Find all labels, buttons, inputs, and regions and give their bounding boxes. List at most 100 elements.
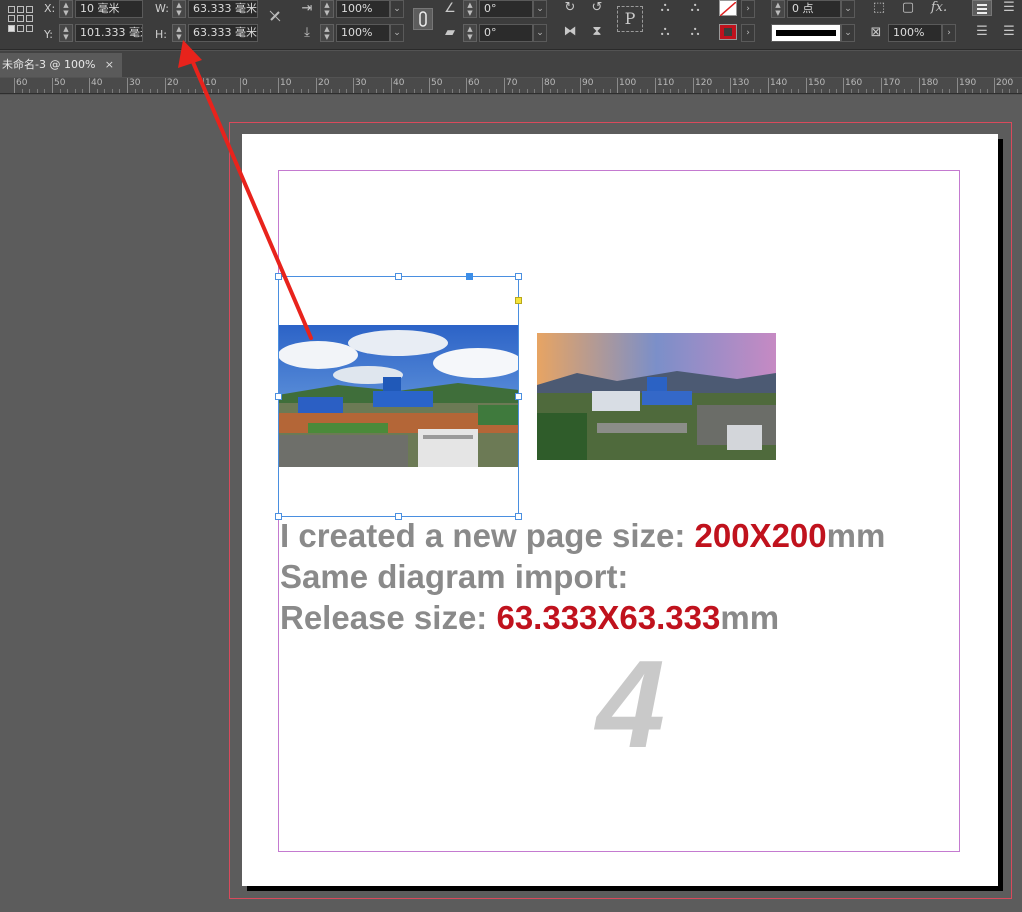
shear-dropdown[interactable]: ⌄ — [533, 24, 547, 42]
ruler-minor-tick — [211, 89, 212, 93]
scale-x-field[interactable]: 100% — [336, 0, 390, 18]
y-position-field[interactable]: 101.333 毫米 — [75, 24, 143, 42]
ruler-tick-label: 10 — [280, 78, 292, 88]
width-field[interactable]: 63.333 毫米 — [188, 0, 258, 18]
flip-horizontal-icon[interactable]: ⧓ — [562, 24, 578, 40]
ruler-minor-tick — [301, 89, 302, 93]
ruler-minor-tick — [104, 89, 105, 93]
ruler-minor-tick — [927, 89, 928, 93]
text-frame-icon[interactable]: P — [617, 6, 643, 32]
rotate-dropdown[interactable]: ⌄ — [533, 0, 547, 18]
ruler-minor-tick — [821, 89, 822, 93]
drop-shadow-icon[interactable]: ▢ — [900, 0, 916, 16]
text-line-3: Release size: 63.333X63.333mm — [280, 597, 885, 638]
w-stepper[interactable]: ▲ ▼ — [172, 0, 186, 18]
constrain-proportions-icon[interactable] — [266, 8, 284, 29]
ruler-major-tick — [504, 78, 505, 93]
height-field[interactable]: 63.333 毫米 — [188, 24, 258, 42]
y-stepper[interactable]: ▲ ▼ — [59, 24, 73, 42]
ruler-major-tick — [806, 78, 807, 93]
stroke-weight-dropdown[interactable]: ⌄ — [841, 0, 855, 18]
h-stepper[interactable]: ▲ ▼ — [172, 24, 186, 42]
stroke-type-dropdown[interactable]: ⌄ — [841, 24, 855, 42]
ruler-major-tick — [165, 78, 166, 93]
stroke-type-field[interactable] — [771, 24, 841, 42]
stroke-weight-stepper[interactable]: ▲ ▼ — [771, 0, 785, 18]
ruler-minor-tick — [663, 89, 664, 93]
ruler-minor-tick — [331, 89, 332, 93]
scale-x-stepper[interactable]: ▲ ▼ — [320, 0, 334, 18]
ruler-minor-tick — [60, 89, 61, 93]
live-corner-handle[interactable] — [515, 297, 522, 304]
resize-handle-top-left[interactable] — [275, 273, 282, 280]
ruler-minor-tick — [753, 89, 754, 93]
text-wrap-bbox-icon[interactable]: ☰ — [1000, 0, 1018, 16]
document-tab-title: 未命名-3 @ 100% — [2, 58, 96, 71]
stroke-weight-field[interactable]: 0 点 — [787, 0, 841, 18]
opacity-field[interactable]: 100% — [888, 24, 942, 42]
resize-handle-top[interactable] — [395, 273, 402, 280]
ruler-major-tick — [240, 78, 241, 93]
shear-stepper[interactable]: ▲ ▼ — [463, 24, 477, 42]
text-wrap-jump-icon[interactable]: ☰ — [1000, 24, 1018, 40]
close-icon[interactable]: × — [105, 53, 114, 77]
shear-icon: ▰ — [445, 25, 455, 40]
ruler-minor-tick — [670, 89, 671, 93]
fill-dropdown[interactable]: › — [741, 0, 755, 18]
content-grabber-handle[interactable] — [466, 273, 473, 280]
x-stepper[interactable]: ▲ ▼ — [59, 0, 73, 18]
scale-y-icon: ⤓ — [304, 25, 310, 40]
horizontal-ruler[interactable]: 60 50 40 30 20 10 0 10 20 30 40 50 60 70 80 90 100 110 120… — [0, 78, 1022, 94]
stroke-swatch[interactable] — [719, 24, 737, 40]
scale-y-dropdown[interactable]: ⌄ — [390, 24, 404, 42]
chain-link-icon[interactable] — [413, 8, 433, 30]
ruler-minor-tick — [723, 89, 724, 93]
ruler-tick-label: 50 — [54, 78, 66, 88]
rotate-stepper[interactable]: ▲ ▼ — [463, 0, 477, 18]
ruler-tick-label: 140 — [770, 78, 788, 88]
scale-x-dropdown[interactable]: ⌄ — [390, 0, 404, 18]
effects-icon[interactable]: fx. — [929, 0, 949, 16]
ruler-minor-tick — [421, 89, 422, 93]
resize-handle-right[interactable] — [515, 393, 522, 400]
page-text-frame[interactable]: I created a new page size: 200X200mm Sam… — [280, 515, 885, 638]
ruler-minor-tick — [572, 89, 573, 93]
placed-image-factory-sunset[interactable] — [537, 333, 776, 460]
fill-swatch[interactable] — [719, 0, 737, 17]
document-tab[interactable]: 未命名-3 @ 100% × — [0, 53, 122, 77]
text-line-2: Same diagram import: — [280, 558, 629, 595]
scale-y-field[interactable]: 100% — [336, 24, 390, 42]
corner-options-icon[interactable]: ⬚ — [871, 0, 887, 16]
text-wrap-shape-icon[interactable]: ☰ — [972, 24, 992, 40]
flip-vertical-icon[interactable]: ⧗ — [589, 24, 605, 40]
select-container-icon[interactable]: ⛬ — [657, 0, 673, 16]
x-position-field[interactable]: 10 毫米 — [75, 0, 143, 18]
stroke-dropdown[interactable]: › — [741, 24, 755, 42]
shear-field[interactable]: 0° — [479, 24, 533, 42]
ruler-tick-label: 170 — [883, 78, 901, 88]
reference-point-grid-icon[interactable] — [8, 6, 34, 32]
rotate-field[interactable]: 0° — [479, 0, 533, 18]
rotate-counterclockwise-icon[interactable]: ↺ — [589, 0, 605, 16]
ruler-minor-tick — [980, 89, 981, 93]
select-next-icon[interactable]: ⛬ — [687, 24, 703, 40]
ruler-minor-tick — [67, 89, 68, 93]
resize-handle-top-right[interactable] — [515, 273, 522, 280]
ruler-minor-tick — [1017, 89, 1018, 93]
selected-graphic-frame[interactable] — [278, 276, 519, 517]
resize-handle-left[interactable] — [275, 393, 282, 400]
ruler-minor-tick — [135, 89, 136, 93]
ruler-tick-label: 50 — [431, 78, 443, 88]
ruler-tick-label: 0 — [242, 78, 248, 88]
opacity-dropdown[interactable]: › — [942, 24, 956, 42]
text-line-3-prefix: Release size: — [280, 599, 497, 636]
select-previous-icon[interactable]: ⛬ — [687, 0, 703, 16]
scale-y-stepper[interactable]: ▲ ▼ — [320, 24, 334, 42]
ruler-minor-tick — [293, 89, 294, 93]
ruler-minor-tick — [188, 89, 189, 93]
ruler-major-tick — [203, 78, 204, 93]
text-wrap-none-icon[interactable] — [972, 0, 992, 16]
ruler-minor-tick — [760, 89, 761, 93]
rotate-clockwise-icon[interactable]: ↻ — [562, 0, 578, 16]
select-content-icon[interactable]: ⛬ — [657, 24, 673, 40]
